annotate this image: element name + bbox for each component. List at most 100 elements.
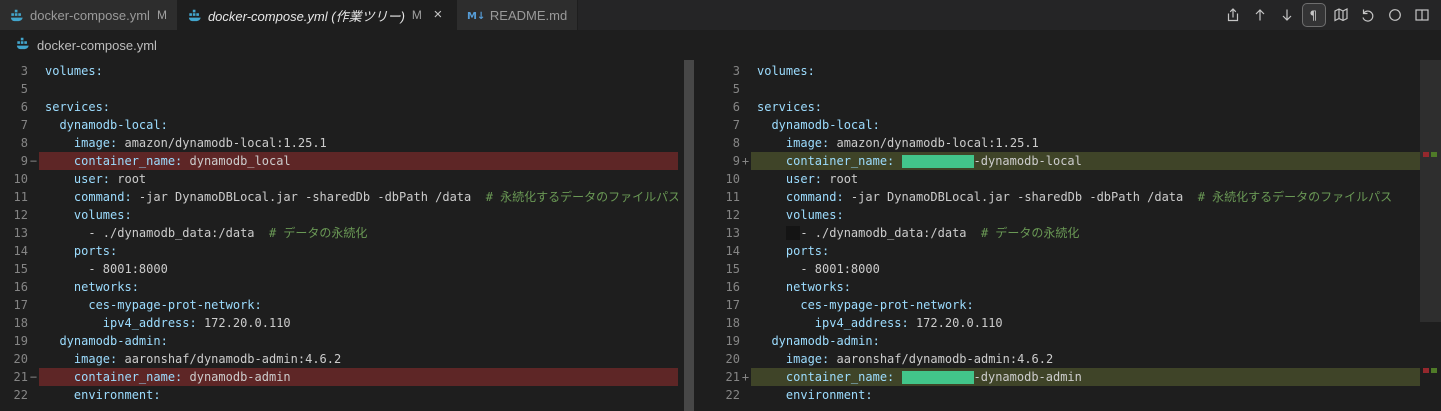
code-line[interactable]: 6 services: [700,98,1420,116]
diff-sign [28,134,39,152]
line-number-gutter: 6 [0,98,39,116]
overview-ruler-scrollbar[interactable] [1420,60,1441,411]
inserted-text-highlight [901,155,974,168]
line-number-gutter: 3 [700,62,751,80]
code-line[interactable]: 17 ces-mypage-prot-network: [700,296,1420,314]
code-line[interactable]: 20 image: aaronshaf/dynamodb-admin:4.6.2 [700,350,1420,368]
line-number-gutter: 7 [0,116,39,134]
previous-change-icon[interactable] [1249,4,1271,26]
code-line[interactable]: 22 environment: [700,386,1420,404]
code-line[interactable]: 11 command: -jar DynamoDBLocal.jar -shar… [700,188,1420,206]
discard-icon[interactable] [1357,4,1379,26]
code-line[interactable]: 21− container_name: dynamodb-admin [0,368,678,386]
code-line[interactable]: 14 ports: [700,242,1420,260]
code-line[interactable]: 19 dynamodb-admin: [0,332,678,350]
line-number: 19 [725,334,740,348]
code-line[interactable]: 18 ipv4_address: 172.20.0.110 [0,314,678,332]
code-line-text: ces-mypage-prot-network: [757,298,974,312]
line-number: 6 [20,100,28,114]
code-line-text: command: -jar DynamoDBLocal.jar -sharedD… [45,190,678,204]
tab-docker-compose-yml[interactable]: docker-compose.yml M [0,0,178,30]
code-line-text: ipv4_address: 172.20.0.110 [757,316,1003,330]
svg-text:M↓: M↓ [467,11,484,22]
code-line-text: image: amazon/dynamodb-local:1.25.1 [757,136,1039,150]
code-line-text: services: [45,100,111,114]
next-change-icon[interactable] [1276,4,1298,26]
diff-sign [28,332,39,350]
code-line[interactable]: 15 - 8001:8000 [700,260,1420,278]
open-file-icon[interactable] [1222,4,1244,26]
line-number-gutter: 13 [0,224,39,242]
code-line[interactable]: 9− container_name: dynamodb_local [0,152,678,170]
scrollbar-slider[interactable] [1420,60,1441,322]
diff-sign [28,170,39,188]
code-line-text: volumes: [757,64,815,78]
code-line[interactable]: 16 networks: [700,278,1420,296]
code-line[interactable]: 13 - ./dynamodb_data:/data # データの永続化 [0,224,678,242]
code-line-text: ports: [757,244,830,258]
diff-sign [28,296,39,314]
code-line[interactable]: 10 user: root [0,170,678,188]
line-number-gutter: 13 [700,224,751,242]
diff-sign [740,296,751,314]
editor-actions-toolbar: ¶ [1222,0,1441,30]
git-modified-badge: M [156,8,167,22]
tab-docker-compose-yml[interactable]: docker-compose.yml (作業ツリー) M × [177,0,457,30]
code-line-text: image: amazon/dynamodb-local:1.25.1 [45,136,327,150]
line-number-gutter: 19 [0,332,39,350]
code-line[interactable]: 13 - ./dynamodb_data:/data # データの永続化 [700,224,1420,242]
code-line[interactable]: 3 volumes: [0,62,678,80]
diff-sign [28,242,39,260]
render-whitespace-icon[interactable]: ¶ [1302,3,1326,27]
code-line-text: command: -jar DynamoDBLocal.jar -sharedD… [757,190,1393,204]
code-line-text: container_name: dynamodb_local [39,152,678,170]
code-line[interactable]: 22 environment: [0,386,678,404]
whitespace-change-highlight [785,226,801,240]
code-line[interactable]: 12 volumes: [700,206,1420,224]
diff-sash[interactable] [684,60,694,411]
code-line[interactable]: 7 dynamodb-local: [700,116,1420,134]
tab-readme-md[interactable]: M↓ README.md [456,0,579,30]
code-line[interactable]: 5 [700,80,1420,98]
code-line[interactable]: 10 user: root [700,170,1420,188]
code-line[interactable]: 21 + container_name: -dynamodb-admin [700,368,1420,386]
code-line[interactable]: 9 + container_name: -dynamodb-local [700,152,1420,170]
diff-sign [740,332,751,350]
line-number: 3 [732,64,740,78]
code-line[interactable]: 18 ipv4_address: 172.20.0.110 [700,314,1420,332]
code-line[interactable]: 3 volumes: [700,62,1420,80]
code-line[interactable]: 17 ces-mypage-prot-network: [0,296,678,314]
line-number-gutter: 3 [0,62,39,80]
line-number: 6 [732,100,740,114]
split-editor-icon[interactable] [1411,4,1433,26]
diff-sign [740,98,751,116]
svg-text:¶: ¶ [1310,9,1318,23]
git-modified-badge: M [411,8,422,22]
diff-sign [28,98,39,116]
close-icon[interactable]: × [430,7,446,23]
code-line-text: ipv4_address: 172.20.0.110 [45,316,291,330]
map-icon[interactable] [1330,4,1352,26]
line-number: 21 [725,370,740,384]
code-line[interactable]: 15 - 8001:8000 [0,260,678,278]
code-line[interactable]: 20 image: aaronshaf/dynamodb-admin:4.6.2 [0,350,678,368]
breadcrumb[interactable]: docker-compose.yml [0,30,1441,60]
code-line[interactable]: 11 command: -jar DynamoDBLocal.jar -shar… [0,188,678,206]
code-line[interactable]: 12 volumes: [0,206,678,224]
code-line[interactable]: 8 image: amazon/dynamodb-local:1.25.1 [0,134,678,152]
code-line[interactable]: 6 services: [0,98,678,116]
code-line[interactable]: 14 ports: [0,242,678,260]
code-line-text: container_name: -dynamodb-local [751,152,1420,170]
line-number: 14 [725,244,740,258]
code-line[interactable]: 19 dynamodb-admin: [700,332,1420,350]
code-line[interactable]: 16 networks: [0,278,678,296]
code-line-text: user: root [45,172,147,186]
tab-label: README.md [489,7,568,23]
code-line[interactable]: 7 dynamodb-local: [0,116,678,134]
line-number: 19 [13,334,28,348]
code-line[interactable]: 5 [0,80,678,98]
line-number-gutter: 12 [700,206,751,224]
circle-icon[interactable] [1384,4,1406,26]
code-line[interactable]: 8 image: amazon/dynamodb-local:1.25.1 [700,134,1420,152]
line-number: 11 [725,190,740,204]
